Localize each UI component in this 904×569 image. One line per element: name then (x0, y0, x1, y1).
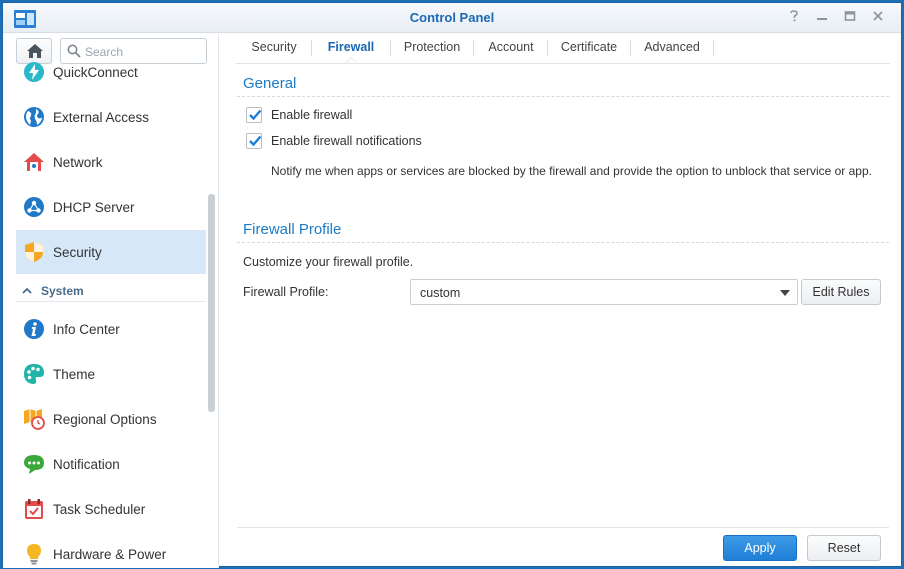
sidebar-section-system[interactable]: System (16, 280, 206, 302)
title-bar[interactable]: Control Panel (3, 3, 901, 33)
section-divider (237, 242, 889, 243)
regional-clock-icon (24, 409, 45, 430)
chat-bubble-icon (24, 455, 44, 474)
sidebar-item-external-access[interactable]: External Access (16, 95, 206, 139)
sidebar-item-label: Theme (53, 366, 96, 382)
dhcp-icon (24, 197, 44, 217)
sidebar-item-label: External Access (53, 109, 150, 125)
close-icon (873, 11, 883, 21)
quickconnect-icon (24, 62, 44, 82)
tab-separator (630, 40, 631, 56)
calendar-check-icon (25, 499, 43, 519)
firewall-profile-select[interactable]: custom (410, 279, 798, 305)
window-title: Control Panel (409, 10, 495, 25)
tab-security[interactable]: Security (241, 33, 307, 63)
sidebar-item-dhcp-server[interactable]: DHCP Server (16, 185, 206, 229)
tab-protection[interactable]: Protection (395, 33, 469, 63)
sidebar-item-info-center[interactable]: Info Center (16, 307, 206, 351)
help-icon (790, 10, 798, 22)
sidebar-section-label: System (41, 283, 84, 298)
maximize-icon (844, 11, 856, 21)
lightbulb-icon (27, 544, 41, 565)
sidebar-item-quickconnect[interactable]: QuickConnect (16, 50, 206, 94)
control-panel-window: Control Panel Search QuickConnect Extern… (2, 2, 902, 568)
sidebar-scrollbar[interactable] (208, 194, 215, 412)
profile-description: Customize your firewall profile. (243, 255, 414, 269)
palette-icon (24, 364, 44, 384)
sidebar-item-label: Network (53, 154, 103, 170)
sidebar-item-label: DHCP Server (53, 199, 135, 215)
house-network-icon (24, 153, 44, 171)
notification-description: Notify me when apps or services are bloc… (271, 164, 872, 178)
section-divider (237, 96, 889, 97)
sidebar-item-security[interactable]: Security (16, 230, 206, 274)
sidebar-item-label: Task Scheduler (53, 501, 146, 517)
sidebar: QuickConnect External Access Network (3, 34, 219, 568)
firewall-profile-value: custom (420, 286, 461, 300)
firewall-profile-section-title: Firewall Profile (243, 221, 342, 238)
sidebar-item-label: Hardware & Power (53, 546, 167, 562)
sidebar-item-hardware-power[interactable]: Hardware & Power (16, 532, 206, 568)
edit-rules-button[interactable]: Edit Rules (801, 279, 881, 305)
sidebar-item-label: Security (53, 244, 102, 260)
active-tab-pointer (345, 57, 357, 63)
sidebar-item-label: Regional Options (53, 411, 157, 427)
enable-notifications-checkbox[interactable]: Enable firewall notifications (246, 133, 422, 149)
firewall-profile-label: Firewall Profile: (243, 285, 329, 299)
sidebar-item-label: Notification (53, 456, 120, 472)
info-icon (24, 319, 44, 339)
help-button[interactable] (785, 9, 803, 27)
dropdown-arrow-icon (780, 290, 790, 296)
checkbox-box[interactable] (246, 107, 262, 123)
tab-separator (390, 40, 391, 56)
tab-advanced[interactable]: Advanced (635, 33, 709, 63)
checkmark-icon (249, 135, 262, 147)
shield-icon (25, 242, 43, 262)
tab-bar: Security Firewall Protection Account Cer… (236, 33, 890, 64)
tab-separator (547, 40, 548, 56)
sidebar-item-label: Info Center (53, 321, 120, 337)
reset-button[interactable]: Reset (807, 535, 881, 561)
chevron-up-icon (22, 287, 32, 294)
tab-separator (473, 40, 474, 56)
sidebar-item-label: QuickConnect (53, 64, 138, 80)
sidebar-item-regional-options[interactable]: Regional Options (16, 397, 206, 441)
enable-firewall-checkbox[interactable]: Enable firewall (246, 107, 352, 123)
minimize-icon (817, 18, 827, 20)
enable-notifications-label: Enable firewall notifications (271, 134, 422, 148)
maximize-button[interactable] (841, 9, 859, 27)
footer-divider (237, 527, 889, 528)
tab-separator (713, 40, 714, 56)
globe-icon (24, 107, 44, 127)
sidebar-item-theme[interactable]: Theme (16, 352, 206, 396)
tab-separator (311, 40, 312, 56)
checkmark-icon (249, 109, 262, 121)
minimize-button[interactable] (813, 9, 831, 27)
apply-button[interactable]: Apply (723, 535, 797, 561)
close-button[interactable] (869, 9, 887, 27)
checkbox-box[interactable] (246, 133, 262, 149)
sidebar-item-network[interactable]: Network (16, 140, 206, 184)
tab-account[interactable]: Account (478, 33, 544, 63)
enable-firewall-label: Enable firewall (271, 108, 353, 122)
tab-certificate[interactable]: Certificate (552, 33, 626, 63)
sidebar-item-task-scheduler[interactable]: Task Scheduler (16, 487, 206, 531)
general-section-title: General (243, 75, 297, 92)
sidebar-item-notification[interactable]: Notification (16, 442, 206, 486)
